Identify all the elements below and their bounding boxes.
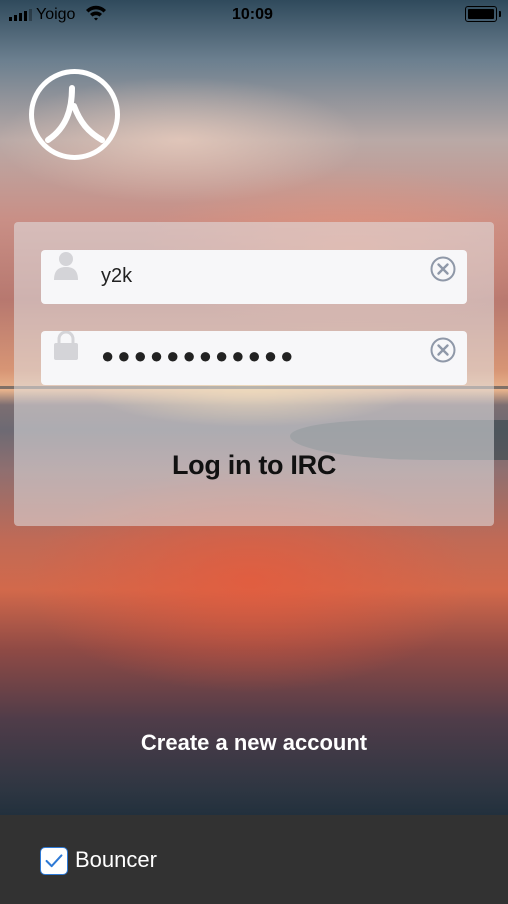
login-button[interactable]: Log in to IRC (14, 450, 494, 481)
login-panel: y2k ●●●●●●●●●●●● Log in to IRC (14, 222, 494, 526)
bottom-bar: Bouncer (0, 815, 508, 904)
status-bar: Yoigo 10:09 (0, 0, 508, 30)
bouncer-label[interactable]: Bouncer (75, 847, 157, 873)
clear-icon[interactable] (429, 255, 457, 283)
password-value[interactable]: ●●●●●●●●●●●● (101, 343, 296, 369)
irc-logo-icon (29, 69, 120, 160)
username-field[interactable]: y2k (41, 250, 467, 304)
create-account-link[interactable]: Create a new account (0, 730, 508, 756)
wifi-icon (86, 5, 106, 21)
carrier-name: Yoigo (36, 6, 76, 23)
lock-icon (54, 331, 78, 360)
password-field[interactable]: ●●●●●●●●●●●● (41, 331, 467, 385)
status-time: 10:09 (232, 6, 273, 23)
user-icon (54, 252, 78, 280)
clear-icon[interactable] (429, 336, 457, 364)
battery-icon (465, 6, 501, 22)
app-screen: Yoigo 10:09 y2k ●●●●●●●●●●●● Log in to I… (0, 0, 508, 904)
username-value[interactable]: y2k (101, 265, 132, 288)
battery-level (468, 9, 494, 19)
signal-icon (9, 9, 32, 21)
bouncer-checkbox[interactable] (40, 847, 68, 875)
